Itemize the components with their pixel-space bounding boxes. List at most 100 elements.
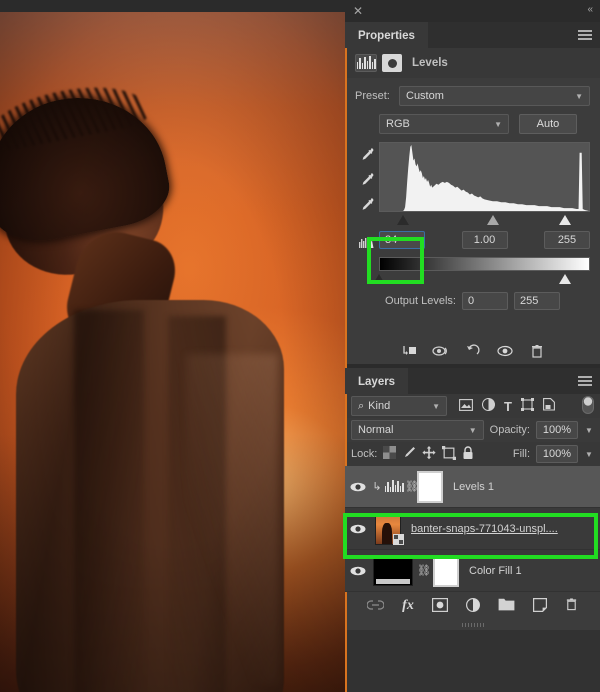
levels-1-layer-row[interactable]: ↳ ⛓ Levels 1: [345, 466, 600, 508]
photo-layer-row[interactable]: banter-snaps-771043-unspl....: [345, 508, 600, 550]
shape-layer-filter-icon[interactable]: [520, 398, 534, 414]
channel-row: RGB ▼ Auto: [355, 114, 590, 134]
lock-image-pixels-icon[interactable]: [402, 446, 416, 462]
levels-histogram-icon: [355, 54, 377, 72]
layer-name[interactable]: Levels 1: [453, 481, 494, 493]
color-fill-layer-row[interactable]: ⛓ Color Fill 1: [345, 550, 600, 592]
input-level-sliders[interactable]: [379, 213, 590, 229]
layer-filter-type-icons: T: [459, 397, 555, 414]
fill-label: Fill:: [512, 448, 530, 460]
new-adjustment-layer-icon[interactable]: [465, 597, 480, 615]
properties-panel-menu-icon[interactable]: [578, 30, 592, 40]
output-white-field[interactable]: 255: [513, 292, 560, 310]
fill-chevron-down-icon[interactable]: ▼: [584, 450, 594, 459]
layer-name[interactable]: Color Fill 1: [469, 565, 522, 577]
preset-row: Preset: Custom ▼: [355, 86, 590, 106]
lock-all-icon[interactable]: [462, 445, 474, 463]
layer-filter-kind-select[interactable]: ⌕ Kind ▼: [351, 396, 447, 416]
add-layer-mask-icon[interactable]: [431, 597, 448, 615]
white-mask-thumbnail[interactable]: [433, 554, 459, 587]
tab-properties-label: Properties: [358, 30, 415, 42]
reset-icon[interactable]: [464, 343, 482, 359]
panel-resize-gripper[interactable]: [345, 620, 600, 630]
delete-layer-icon[interactable]: [565, 597, 578, 615]
delete-adjustment-icon[interactable]: [528, 343, 546, 359]
histogram-plot: [379, 142, 590, 212]
close-icon[interactable]: ✕: [351, 4, 365, 18]
input-level-fields: 34 1.00 255: [379, 231, 590, 249]
preview-previous-state-icon[interactable]: [431, 343, 450, 359]
chevron-down-icon: ▼: [468, 426, 477, 435]
opacity-chevron-down-icon[interactable]: ▼: [584, 426, 594, 435]
eye-icon[interactable]: [345, 565, 371, 577]
auto-button[interactable]: Auto: [519, 114, 577, 134]
layer-name[interactable]: banter-snaps-771043-unspl....: [411, 523, 558, 535]
output-black-slider[interactable]: [373, 274, 385, 284]
white-mask-thumbnail[interactable]: [417, 470, 443, 503]
eye-icon[interactable]: [345, 523, 371, 535]
new-group-icon[interactable]: [498, 598, 515, 614]
smart-object-filter-icon[interactable]: [543, 398, 555, 414]
histogram-curve: [380, 144, 589, 211]
link-layers-icon[interactable]: [366, 599, 385, 613]
blend-mode-row: Normal ▼ Opacity: 100% ▼: [345, 418, 600, 442]
clip-to-layer-icon[interactable]: [400, 343, 418, 359]
blend-mode-value: Normal: [358, 424, 394, 436]
input-highlight-slider[interactable]: [559, 215, 571, 225]
output-levels-row: Output Levels: 0 255: [355, 292, 590, 310]
toggle-visibility-icon[interactable]: [496, 343, 514, 359]
layer-style-fx-icon[interactable]: fx: [402, 598, 414, 614]
black-point-eyedropper[interactable]: [359, 146, 375, 162]
collapse-panels-icon[interactable]: «: [587, 4, 593, 15]
layer-mask-icon[interactable]: [382, 54, 402, 72]
document-canvas[interactable]: [0, 0, 345, 692]
tab-layers-label: Layers: [358, 376, 396, 388]
channel-select[interactable]: RGB ▼: [379, 114, 509, 134]
filter-enable-toggle[interactable]: [582, 395, 594, 417]
levels-header: Levels: [345, 48, 600, 78]
eyedropper-tools: [355, 142, 379, 288]
new-layer-icon[interactable]: [532, 597, 547, 615]
lock-position-icon[interactable]: [422, 445, 436, 463]
channel-value: RGB: [386, 118, 410, 130]
pixel-layer-filter-icon[interactable]: [459, 398, 473, 414]
fill-field[interactable]: 100%: [536, 445, 578, 463]
histogram-clip-icon[interactable]: [359, 233, 375, 249]
lock-artboard-nesting-icon[interactable]: [442, 445, 457, 463]
input-midtone-slider[interactable]: [487, 215, 499, 225]
preset-select[interactable]: Custom ▼: [399, 86, 590, 106]
lock-transparent-pixels-icon[interactable]: [383, 446, 397, 462]
gray-point-eyedropper[interactable]: [359, 171, 375, 187]
layers-panel: Layers ⌕ Kind ▼ T Normal ▼ Opacity: 100%…: [345, 368, 600, 630]
type-layer-filter-icon[interactable]: T: [504, 399, 512, 414]
tab-properties[interactable]: Properties: [345, 22, 428, 48]
link-mask-icon[interactable]: ⛓: [417, 564, 431, 577]
input-midtone-level-field[interactable]: 1.00: [461, 231, 508, 249]
levels-adjustment-thumbnail[interactable]: [383, 479, 405, 494]
solid-color-thumbnail[interactable]: [373, 555, 413, 586]
layers-tabrow: Layers: [345, 368, 600, 394]
histogram-area: 34 1.00 255: [355, 142, 590, 288]
output-white-slider[interactable]: [559, 274, 571, 284]
layers-panel-menu-icon[interactable]: [578, 376, 592, 386]
properties-footer-toolbar: [345, 338, 600, 364]
lock-label: Lock:: [351, 448, 378, 460]
levels-controls: Preset: Custom ▼ RGB ▼ Auto 34 1.00 255 …: [345, 78, 600, 316]
output-black-field[interactable]: 0: [461, 292, 508, 310]
auto-label: Auto: [536, 118, 560, 130]
tab-layers[interactable]: Layers: [345, 368, 409, 394]
adjustment-layer-filter-icon[interactable]: [481, 397, 496, 414]
eye-icon[interactable]: [345, 481, 371, 493]
output-level-sliders[interactable]: [373, 272, 590, 288]
white-point-eyedropper[interactable]: [359, 196, 375, 212]
output-levels-label: Output Levels:: [385, 295, 456, 307]
input-shadow-level-field[interactable]: 34: [379, 231, 425, 249]
document-image[interactable]: [0, 12, 345, 692]
input-shadow-slider[interactable]: [397, 215, 409, 225]
blend-mode-select[interactable]: Normal ▼: [351, 420, 484, 440]
opacity-field[interactable]: 100%: [536, 421, 578, 439]
input-highlight-level-field[interactable]: 255: [544, 231, 590, 249]
histogram-and-sliders: 34 1.00 255: [373, 142, 590, 288]
link-mask-icon[interactable]: ⛓: [405, 480, 419, 493]
adjustment-title: Levels: [412, 57, 448, 69]
